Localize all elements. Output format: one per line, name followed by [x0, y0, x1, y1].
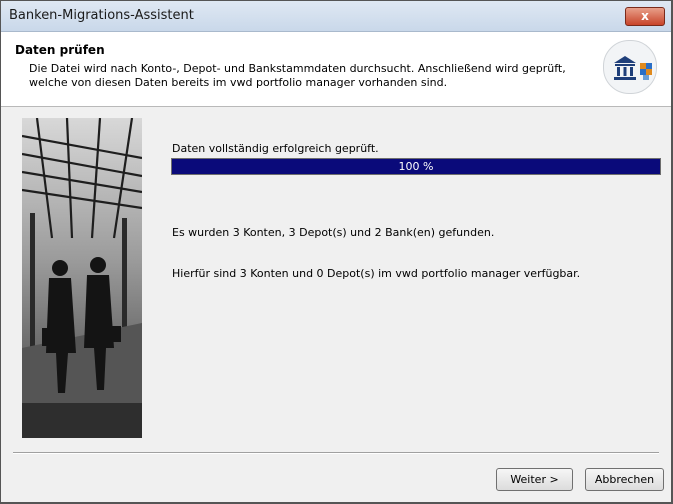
step-title: Daten prüfen: [15, 43, 105, 57]
wizard-window: Banken-Migrations-Assistent x Daten prüf…: [0, 0, 673, 504]
footer-divider: [13, 452, 659, 454]
progress-label: 100 %: [398, 160, 434, 173]
check-status-text: Daten vollständig erfolgreich geprüft.: [172, 142, 379, 155]
next-button[interactable]: Weiter >: [496, 468, 573, 491]
cancel-button[interactable]: Abbrechen: [585, 468, 664, 491]
bank-logo-icon: [603, 40, 657, 94]
found-summary-text: Es wurden 3 Konten, 3 Depot(s) und 2 Ban…: [172, 226, 495, 239]
progress-bar: 100 %: [171, 158, 661, 175]
window-title: Banken-Migrations-Assistent: [9, 8, 194, 23]
step-description: Die Datei wird nach Konto-, Depot- und B…: [29, 62, 566, 89]
available-summary-text: Hierfür sind 3 Konten und 0 Depot(s) im …: [172, 267, 581, 280]
close-icon: x: [641, 9, 649, 23]
title-bar[interactable]: Banken-Migrations-Assistent x: [1, 1, 671, 32]
close-button[interactable]: x: [625, 7, 665, 26]
business-people-photo: [21, 117, 143, 438]
wizard-header: Daten prüfen Die Datei wird nach Konto-,…: [1, 32, 671, 107]
